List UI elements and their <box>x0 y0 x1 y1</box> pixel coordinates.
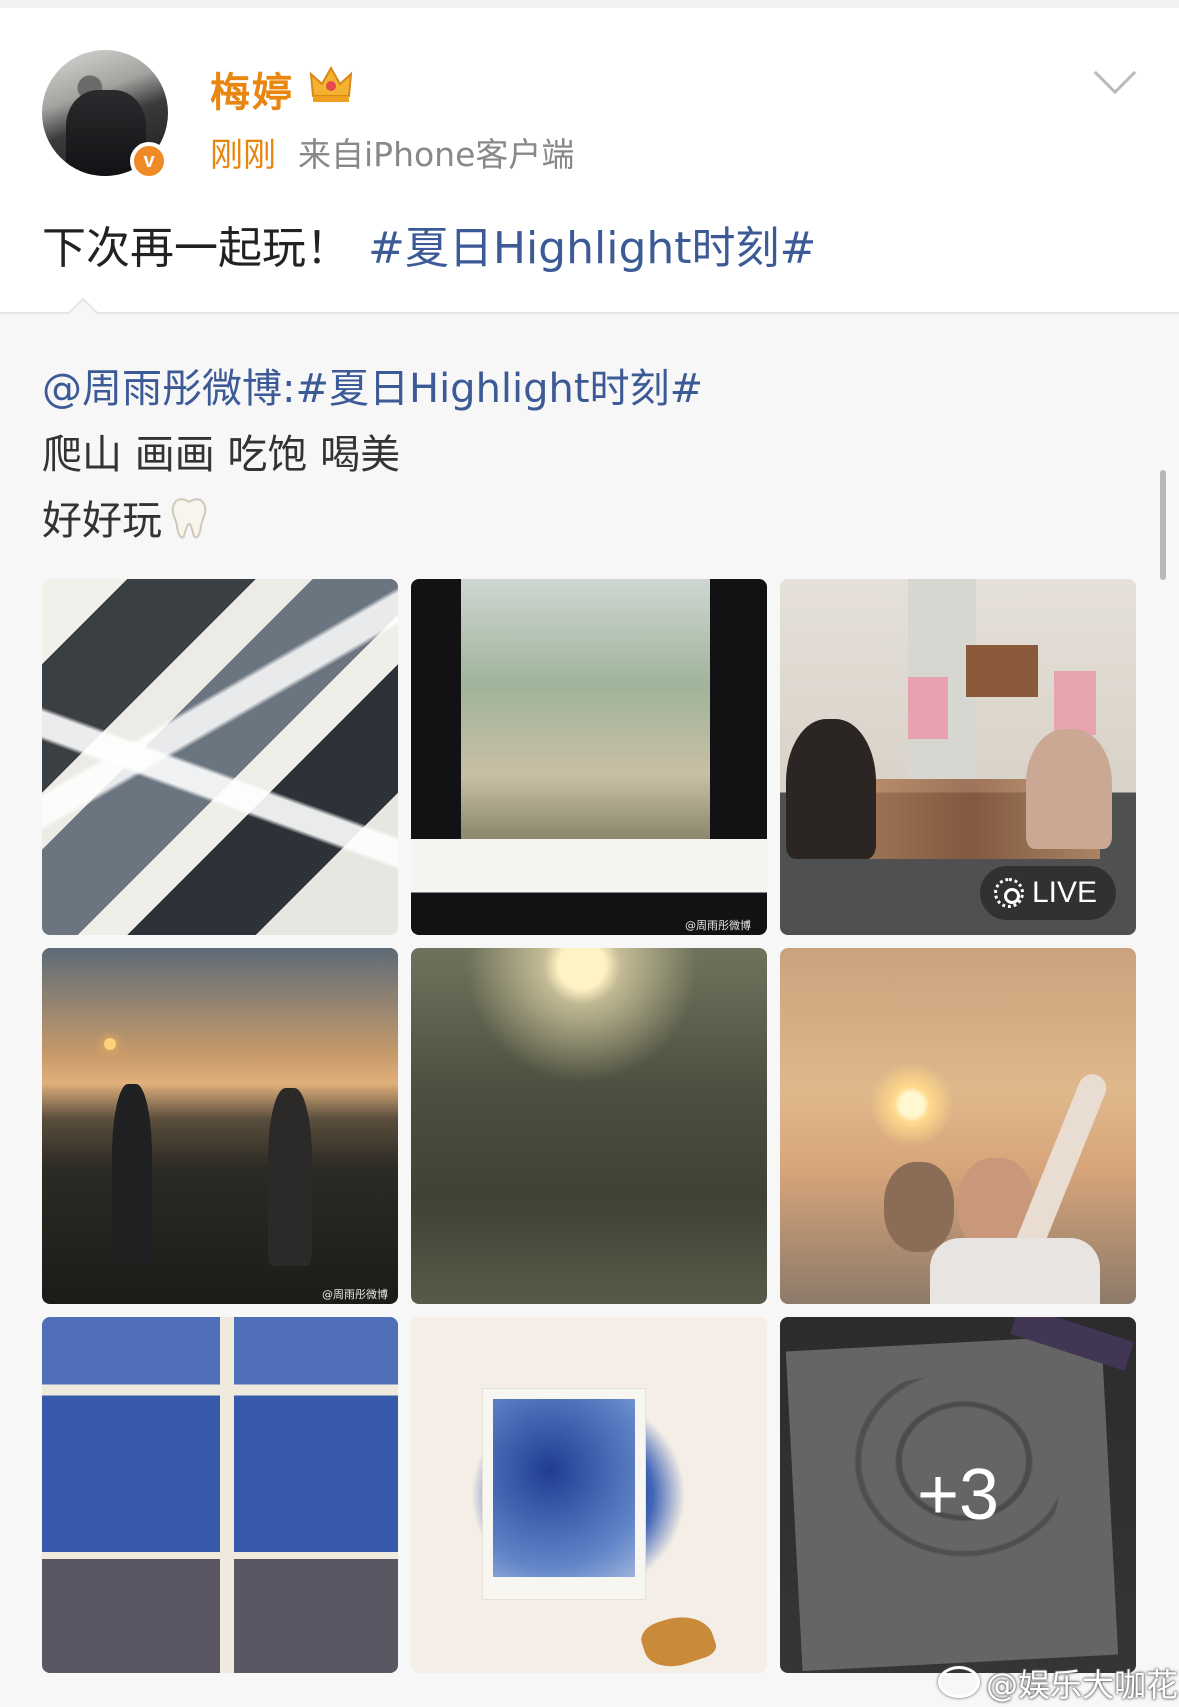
tile-watermark: @周雨彤微博 <box>685 919 751 932</box>
retweet-author-link[interactable]: @周雨彤微博:#夏日Highlight时刻# <box>42 356 703 414</box>
watermark-text: @娱乐大咖花 <box>986 1666 1179 1704</box>
tile-watermark: @周雨彤微博 <box>322 1288 388 1301</box>
photo-fish-drawing[interactable]: +3 <box>780 1317 1136 1673</box>
photo-blue-prints[interactable] <box>42 1317 398 1673</box>
photo-mountain-sunset[interactable]: @周雨彤微博 <box>42 948 398 1304</box>
verified-badge-icon: v <box>130 142 168 180</box>
live-photo-icon <box>994 878 1024 908</box>
weibo-logo-icon <box>938 1666 980 1698</box>
photo-polaroid-house[interactable]: @周雨彤微博 <box>411 579 767 935</box>
post-text: 下次再一起玩！ <box>42 223 350 274</box>
image-watermark: @娱乐大咖花 <box>938 1660 1178 1706</box>
vip-crown-icon <box>309 65 353 102</box>
retweet-text-line: 好好玩 <box>42 488 210 546</box>
tooth-emoji-icon <box>171 498 207 539</box>
username[interactable]: 梅婷 <box>210 60 294 118</box>
photo-sunset-selfie[interactable] <box>780 948 1136 1304</box>
scrollbar[interactable] <box>1160 470 1166 580</box>
photo-blue-print-single[interactable] <box>411 1317 767 1673</box>
photo-polaroids[interactable] <box>42 579 398 935</box>
hashtag-link[interactable]: #夏日Highlight时刻# <box>368 223 816 274</box>
more-photos-count: +3 <box>916 1455 1000 1535</box>
retweet-text: 爬山 画画 吃饱 喝美 <box>42 432 401 478</box>
post-source: 来自iPhone客户端 <box>298 135 575 174</box>
chevron-down-icon[interactable] <box>1093 51 1137 95</box>
top-divider <box>0 0 1179 8</box>
post-meta: 刚刚 来自iPhone客户端 <box>210 128 574 176</box>
photo-forest-sunlight[interactable] <box>411 948 767 1304</box>
post-content: 下次再一起玩！ #夏日Highlight时刻# <box>42 212 816 276</box>
live-photo-badge[interactable]: LIVE <box>980 866 1116 920</box>
post-time: 刚刚 <box>210 135 276 174</box>
live-label: LIVE <box>1032 876 1098 909</box>
retweet-text-fun: 好好玩 <box>42 498 162 544</box>
